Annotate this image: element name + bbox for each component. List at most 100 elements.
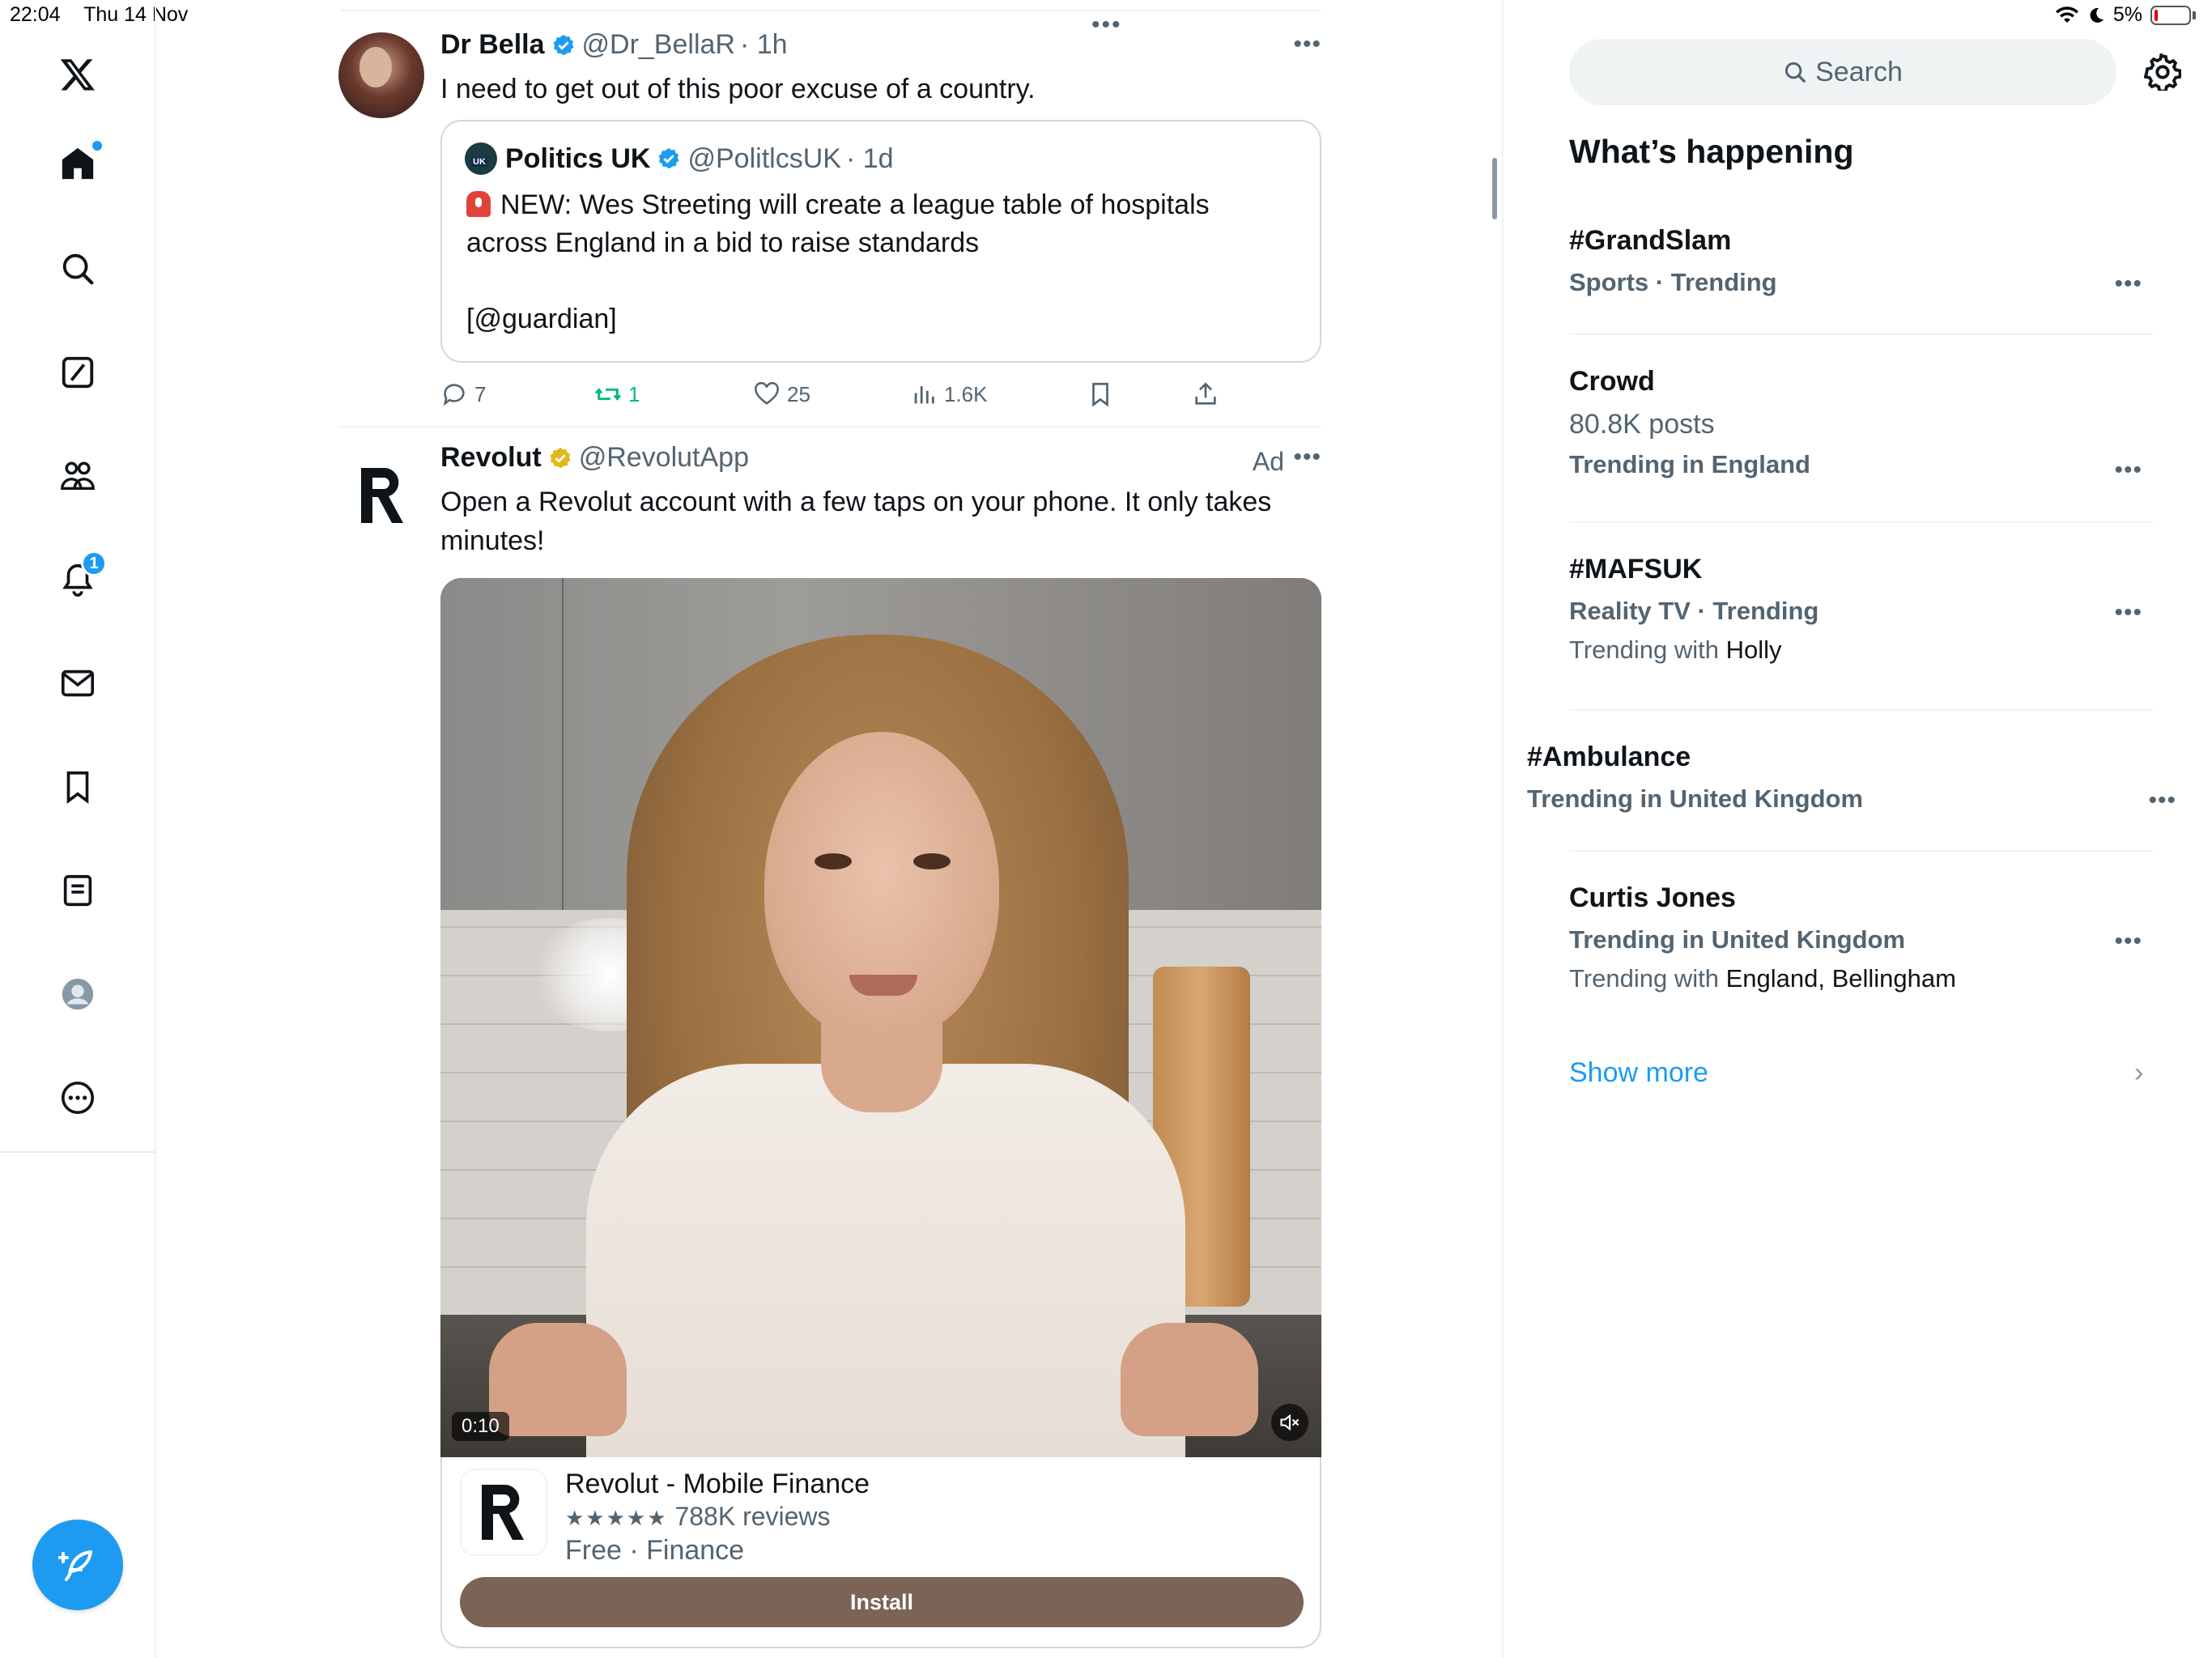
trend-title: Crowd [1569, 366, 1655, 397]
trend-divider [1569, 850, 2154, 852]
search-placeholder: Search [1815, 56, 1903, 87]
trend-with-value: England, Bellingham [1725, 964, 1956, 993]
notifications-bell-icon[interactable]: 1 [45, 547, 110, 612]
battery-percent: 5% [2112, 3, 2142, 26]
tweet-text-line: Open a Revolut account with a few taps o… [440, 487, 1272, 517]
share-icon [1195, 382, 1216, 405]
trend-item[interactable]: #Ambulance Trending in United Kingdom ••… [1527, 742, 2176, 852]
tweet-timestamp[interactable]: · 1h [740, 29, 788, 61]
video-bg-cabinet-edge [562, 578, 564, 910]
trend-with: Trending with England, Bellingham [1569, 964, 2154, 993]
moon-icon [2090, 7, 2104, 23]
trend-with: Trending with Holly [1569, 636, 2154, 665]
home-unread-dot [91, 139, 104, 152]
trend-divider [1569, 521, 2154, 523]
tweet-text: Open a Revolut account with a few taps o… [440, 483, 1271, 560]
tweet-author-handle[interactable]: @RevolutApp [579, 442, 749, 474]
repost-button[interactable]: 1 [594, 380, 640, 408]
gold-verified-badge-icon [550, 447, 571, 468]
quoted-author-avatar [465, 142, 497, 175]
trend-posts: 80.8K posts [1569, 409, 1715, 440]
tweet-author-avatar[interactable] [338, 32, 424, 118]
trend-context: Trending in United Kingdom [1569, 925, 1906, 954]
reply-count: 7 [474, 381, 487, 406]
reply-icon [443, 384, 465, 406]
trend-with-value: Holly [1725, 636, 1782, 664]
views-count: 1.6K [944, 381, 988, 406]
speaker-muted-icon [1280, 1414, 1300, 1431]
revolut-logo-icon[interactable] [356, 463, 410, 528]
x-logo-icon[interactable] [45, 42, 110, 107]
notifications-badge: 1 [81, 551, 107, 576]
mute-button[interactable] [1271, 1404, 1308, 1441]
trend-more-icon[interactable]: ••• [2114, 457, 2142, 484]
verified-badge-icon [553, 34, 573, 55]
like-button[interactable]: 25 [753, 380, 810, 408]
app-category: Free · Finance [565, 1535, 745, 1566]
home-icon[interactable] [45, 131, 110, 196]
install-button[interactable]: Install [460, 1577, 1304, 1627]
tweet-more-icon[interactable]: ••• [1293, 31, 1321, 58]
reply-button[interactable]: 7 [440, 380, 486, 408]
messages-icon[interactable] [45, 651, 110, 716]
quoted-timestamp: · 1d [845, 142, 894, 174]
quoted-tweet[interactable]: Politics UK @PolitlcsUK · 1d NEW: Wes St… [440, 120, 1321, 363]
bookmarks-icon[interactable] [45, 755, 110, 819]
trend-more-icon[interactable]: ••• [2114, 599, 2142, 627]
video-time: 0:10 [452, 1412, 509, 1441]
search-input[interactable]: Search [1569, 39, 2116, 105]
star-rating-icon: ★★★★★ [565, 1506, 668, 1530]
tweet-author-name[interactable]: Revolut [440, 442, 542, 474]
search-icon[interactable] [45, 236, 110, 301]
grok-icon[interactable] [45, 340, 110, 405]
quoted-author-name: Politics UK [505, 142, 651, 174]
quoted-text-line: NEW: Wes Streeting will create a league … [500, 189, 1210, 220]
bookmark-icon [1092, 382, 1108, 407]
tweet-author-name[interactable]: Dr Bella [440, 29, 545, 61]
repost-count: 1 [628, 381, 640, 406]
trend-context: Reality TV · Trending [1569, 597, 1819, 625]
trend-context: Trending in England [1569, 450, 1810, 478]
quoted-tweet-text: NEW: Wes Streeting will create a league … [466, 186, 1308, 338]
tweet-more-icon[interactable]: ••• [1293, 444, 1321, 471]
quoted-tweet-header: Politics UK @PolitlcsUK · 1d [465, 142, 894, 175]
ad-video[interactable]: 0:10 [440, 578, 1321, 1457]
share-button[interactable] [1192, 380, 1226, 408]
trend-item[interactable]: Crowd 80.8K posts Trending in England ••… [1569, 366, 2154, 523]
quoted-text-blank [466, 262, 1308, 300]
bookmark-button[interactable] [1087, 380, 1121, 408]
trend-title: #Ambulance [1527, 742, 1691, 772]
compose-post-button[interactable] [32, 1520, 123, 1610]
views-button[interactable]: 1.6K [910, 380, 988, 408]
status-bar-right: 5% [2055, 3, 2196, 27]
video-person-mouth [849, 975, 917, 996]
promoted-tweet[interactable]: Revolut @RevolutApp Ad ••• Open a Revolu… [338, 437, 1321, 1658]
show-more-link[interactable]: Show more [1569, 1057, 1708, 1089]
lists-icon[interactable] [45, 858, 110, 923]
trend-title: #MAFSUK [1569, 554, 1703, 585]
communities-icon[interactable] [45, 444, 110, 508]
video-person-eye [815, 853, 852, 869]
tweet[interactable]: Dr Bella @Dr_BellaR · 1h ••• I need to g… [338, 24, 1321, 427]
trend-more-icon[interactable]: ••• [2114, 928, 2142, 955]
trend-context: Trending in United Kingdom [1527, 784, 1864, 813]
trend-more-icon[interactable]: ••• [2114, 270, 2142, 298]
trend-more-icon[interactable]: ••• [2148, 787, 2176, 814]
quoted-author-handle: @PolitlcsUK [687, 142, 841, 174]
quoted-text-line: [@guardian] [466, 304, 617, 334]
tweet-author-handle[interactable]: @Dr_BellaR [582, 29, 735, 61]
app-install-card[interactable]: Revolut - Mobile Finance ★★★★★ 788K revi… [440, 1457, 1321, 1648]
more-options-icon[interactable] [45, 1065, 110, 1130]
trend-item[interactable]: #MAFSUK Reality TV · Trending Trending w… [1569, 554, 2154, 711]
heart-icon [755, 381, 779, 405]
scrollbar-thumb[interactable] [1492, 158, 1497, 219]
trend-item[interactable]: Curtis Jones Trending in United Kingdom … [1569, 882, 2154, 993]
trend-divider [1569, 334, 2154, 335]
trend-title: #GrandSlam [1569, 225, 1732, 256]
wifi-icon [2055, 6, 2078, 23]
quoted-text-line: across England in a bid to raise standar… [466, 227, 980, 258]
whats-happening-heading: What’s happening [1569, 133, 1854, 170]
profile-avatar-icon[interactable] [45, 962, 110, 1027]
trend-item[interactable]: #GrandSlam Sports · Trending ••• [1569, 225, 2154, 335]
settings-gear-icon[interactable] [2144, 53, 2181, 91]
